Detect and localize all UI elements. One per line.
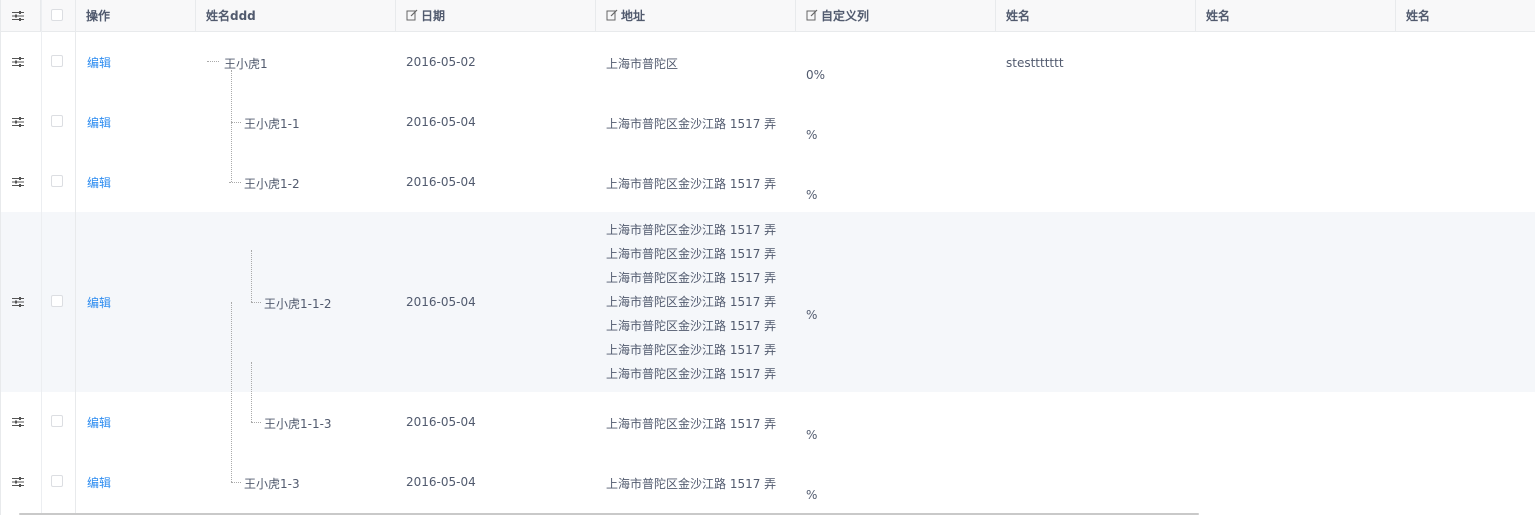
date-cell: 2016-05-04 <box>406 115 476 129</box>
address-cell: 上海市普陀区金沙江路 1517 弄 <box>606 177 777 191</box>
tree-node-name[interactable]: 王小虎1-3 <box>244 475 300 492</box>
header-address[interactable]: 地址 <box>596 0 796 32</box>
tree-connector <box>231 70 232 182</box>
tree-connector <box>231 122 241 123</box>
tree-connector <box>231 482 241 483</box>
edit-link[interactable]: 编辑 <box>87 54 111 71</box>
edit-link[interactable]: 编辑 <box>87 174 111 191</box>
date-cell: 2016-05-04 <box>406 415 476 429</box>
header-checkbox-cell[interactable] <box>41 0 76 32</box>
tree-connector <box>207 61 219 62</box>
header-date[interactable]: 日期 <box>396 0 596 32</box>
tree-connector <box>251 362 252 422</box>
sliders-icon[interactable] <box>12 11 24 21</box>
tree-node-name[interactable]: 王小虎1-1 <box>244 115 300 132</box>
sliders-icon[interactable] <box>12 417 24 427</box>
table-header: 操作 姓名ddd 日期 地址 自定义列 姓名 姓名 姓名 <box>1 0 1535 32</box>
row-checkbox[interactable] <box>51 295 63 307</box>
custom-cell: % <box>806 488 818 502</box>
sliders-icon[interactable] <box>12 297 24 307</box>
edit-link[interactable]: 编辑 <box>87 114 111 131</box>
row-checkbox[interactable] <box>51 415 63 427</box>
custom-cell: % <box>806 428 818 442</box>
tree-table: 操作 姓名ddd 日期 地址 自定义列 姓名 姓名 姓名 编辑 王小虎1 201… <box>0 0 1535 515</box>
edit-link[interactable]: 编辑 <box>87 414 111 431</box>
tree-connector <box>251 302 261 303</box>
sliders-icon[interactable] <box>12 477 24 487</box>
tree-connector <box>251 422 261 423</box>
sliders-icon[interactable] <box>12 57 24 67</box>
edit-icon[interactable] <box>606 9 618 21</box>
address-cell: 上海市普陀区金沙江路 1517 弄上海市普陀区金沙江路 1517 弄上海市普陀区… <box>606 223 777 381</box>
tree-node-name[interactable]: 王小虎1-1-2 <box>264 295 332 312</box>
sliders-icon[interactable] <box>12 117 24 127</box>
name2-cell: stesttttttt <box>1006 56 1064 70</box>
tree-node-name[interactable]: 王小虎1-1-3 <box>264 415 332 432</box>
custom-cell: % <box>806 128 818 142</box>
edit-icon[interactable] <box>806 9 818 21</box>
address-cell: 上海市普陀区金沙江路 1517 弄 <box>606 477 777 491</box>
tree-connector <box>251 250 252 302</box>
header-name-4: 姓名 <box>1406 9 1431 23</box>
row-checkbox[interactable] <box>51 175 63 187</box>
address-cell: 上海市普陀区金沙江路 1517 弄 <box>606 417 777 431</box>
address-cell: 上海市普陀区 <box>606 57 679 71</box>
date-cell: 2016-05-04 <box>406 475 476 489</box>
header-name-2: 姓名 <box>996 0 1196 32</box>
row-checkbox[interactable] <box>51 115 63 127</box>
header-name: 姓名ddd <box>196 0 396 32</box>
custom-cell: % <box>806 308 818 322</box>
address-cell: 上海市普陀区金沙江路 1517 弄 <box>606 117 777 131</box>
tree-connector <box>231 302 232 482</box>
edit-link[interactable]: 编辑 <box>87 474 111 491</box>
tree-node-name[interactable]: 王小虎1-2 <box>244 175 300 192</box>
date-cell: 2016-05-04 <box>406 295 476 309</box>
sliders-icon[interactable] <box>12 177 24 187</box>
row-checkbox[interactable] <box>51 475 63 487</box>
header-settings-cell[interactable] <box>1 0 41 32</box>
edit-link[interactable]: 编辑 <box>87 294 111 311</box>
custom-cell: 0% <box>806 68 826 82</box>
row-checkbox[interactable] <box>51 55 63 67</box>
header-custom[interactable]: 自定义列 <box>796 0 996 32</box>
edit-icon[interactable] <box>406 9 418 21</box>
date-cell: 2016-05-04 <box>406 175 476 189</box>
select-all-checkbox[interactable] <box>51 9 63 21</box>
header-action: 操作 <box>76 0 196 32</box>
header-name-3: 姓名 <box>1196 0 1396 32</box>
custom-cell: % <box>806 188 818 202</box>
date-cell: 2016-05-02 <box>406 55 476 69</box>
tree-connector <box>229 182 241 183</box>
